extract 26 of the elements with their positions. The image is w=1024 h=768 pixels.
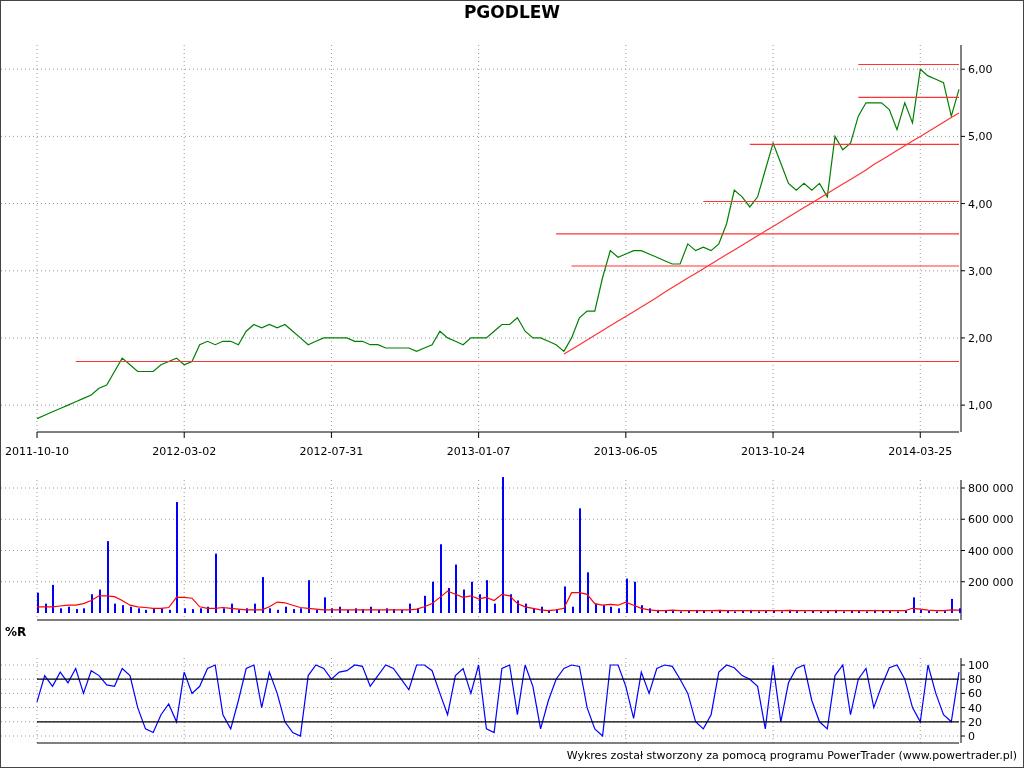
axis-label: 4,00 [968,197,993,211]
axis-label: 60 [968,687,982,701]
axis-label: 0 [968,730,975,743]
axis-label: 3,00 [968,264,993,278]
axis-label: 2014-03-25 [888,445,953,458]
axis-label: 2013-01-07 [446,445,511,458]
axis-label: 2,00 [968,331,993,345]
axis-label: 800 000 [968,482,1014,495]
axis-label: 200 000 [968,575,1014,589]
footer-credit: Wykres został stworzony za pomocą programu PowerTrader (www.powertrader.pl) [566,747,1017,764]
axis-label: 2012-03-02 [152,445,217,458]
axis-label: 6,00 [968,63,993,77]
axis-label: 20 [968,715,982,729]
axis-label: 2013-06-05 [593,445,658,458]
axis-label: 2012-07-31 [299,445,364,458]
axis-label: 600 000 [968,513,1014,527]
chart-title: PGODLEW [463,1,561,23]
axis-label: 1,00 [968,399,993,413]
axis-label: 400 000 [968,544,1014,558]
axis-label: 2013-10-24 [741,445,805,458]
axis-label: 100 [968,659,989,672]
axis-label: 2011-10-10 [5,445,69,458]
axis-label: 5,00 [968,130,993,144]
axis-label: 80 [968,673,982,687]
panel-label: %R [5,625,27,639]
axis-label: 40 [968,701,982,715]
